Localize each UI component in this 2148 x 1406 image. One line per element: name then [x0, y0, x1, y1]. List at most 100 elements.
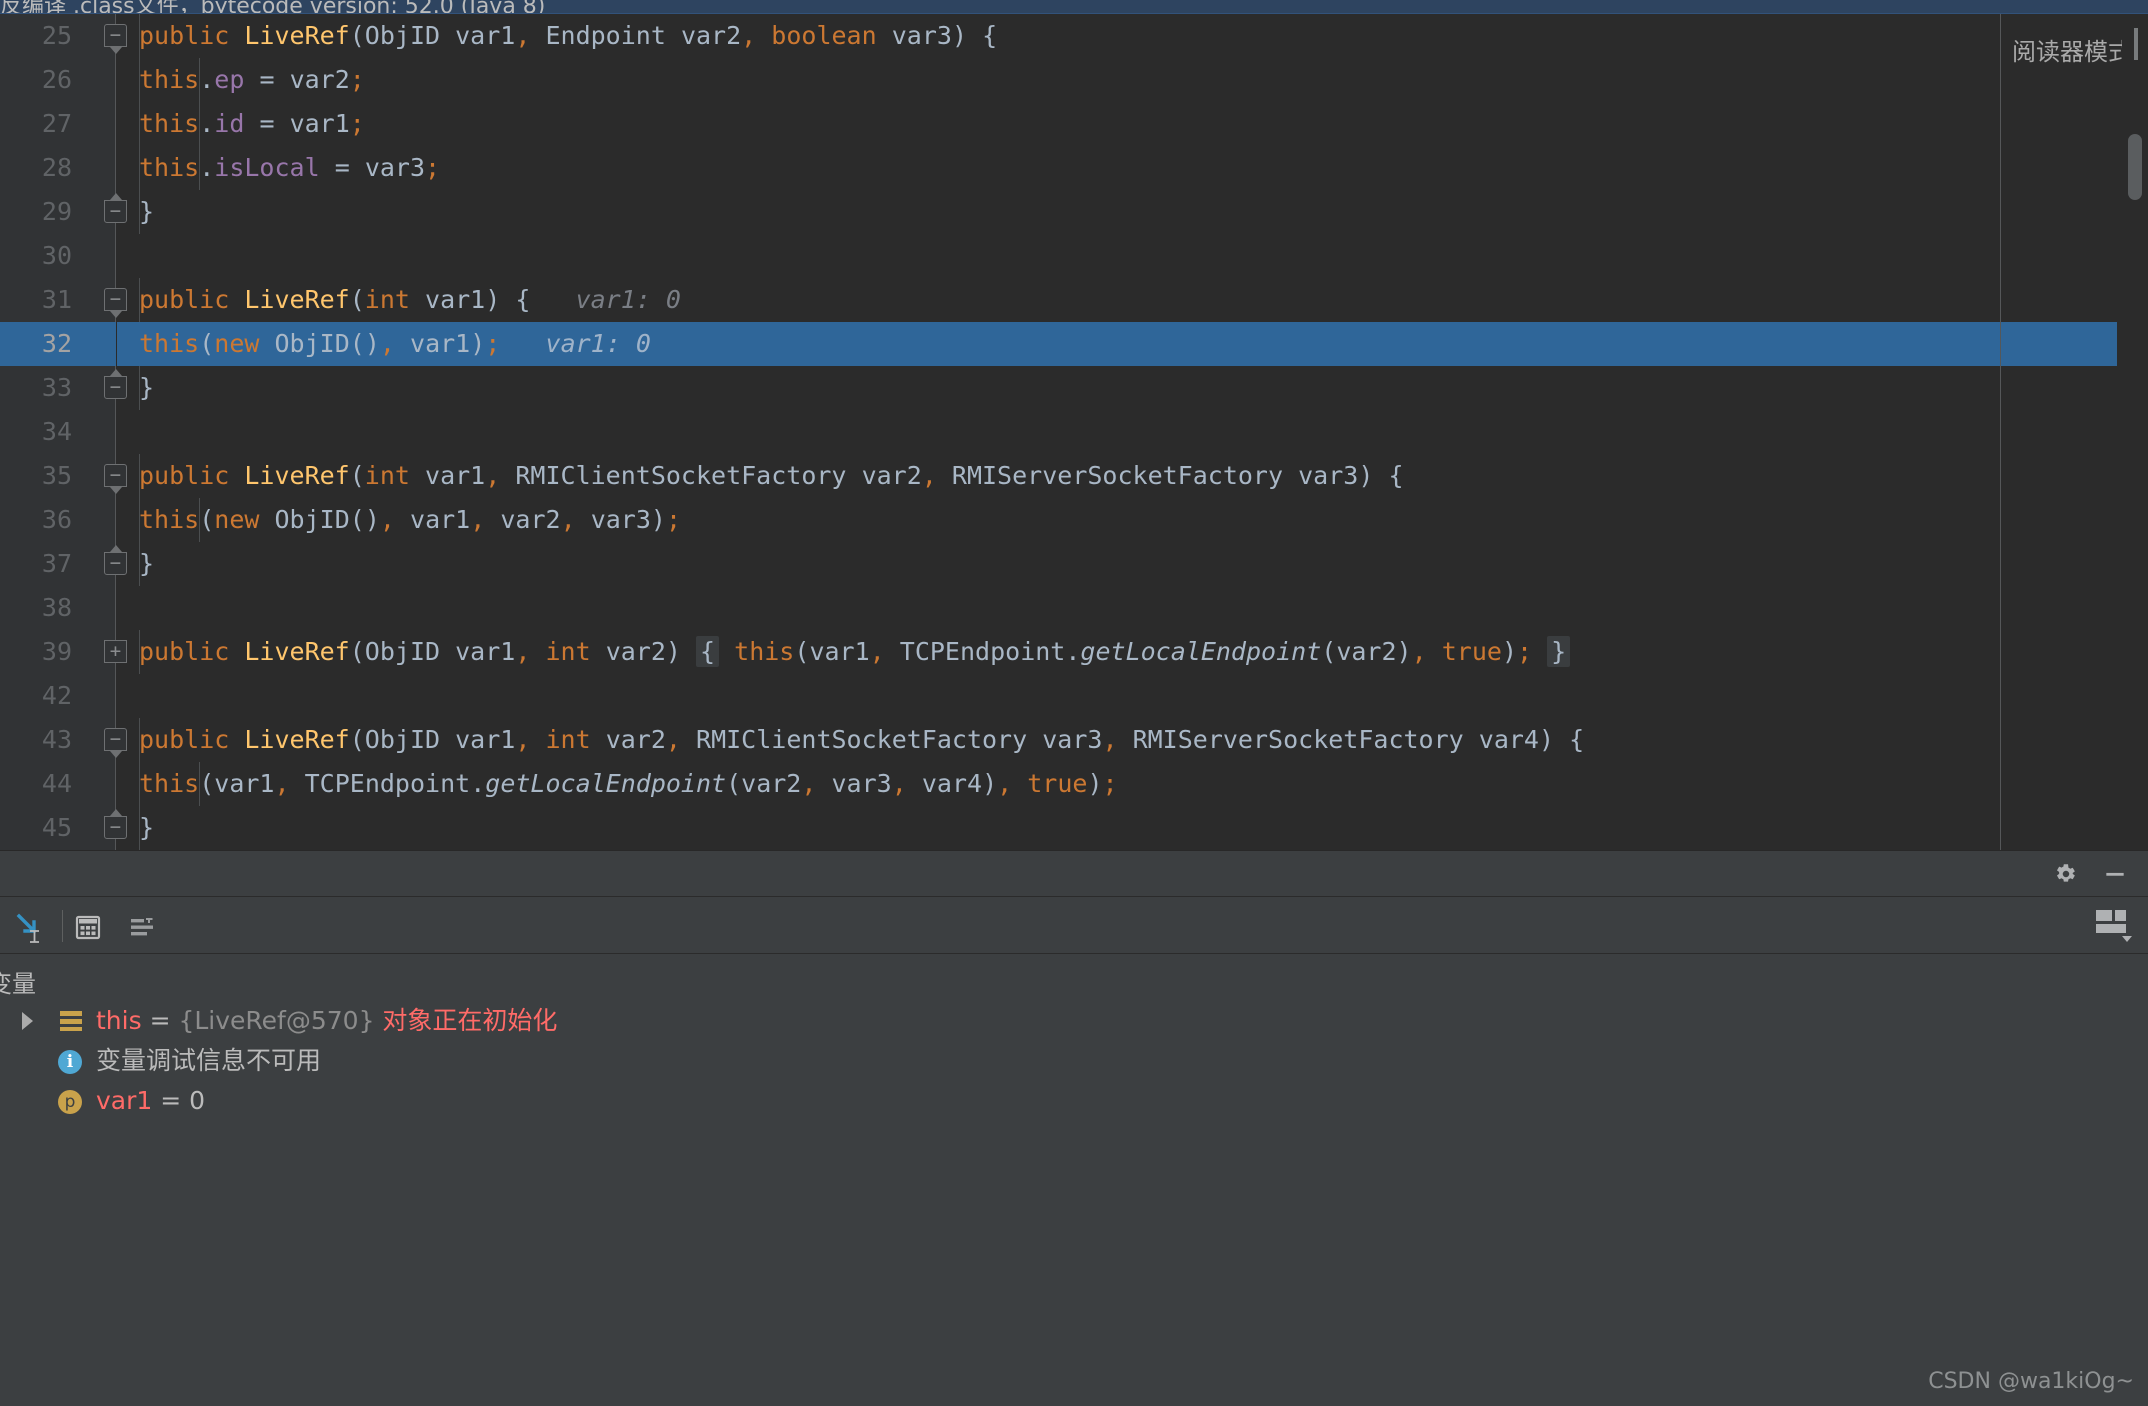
variable-text: this = {LiveRef@570} 对象正在初始化: [96, 1006, 558, 1035]
line-number: 25: [41, 21, 72, 50]
editor-right-separator: [2000, 14, 2001, 850]
code-lines-container: 25 public LiveRef(ObjID var1, Endpoint va…: [0, 14, 2148, 850]
sort-values-icon[interactable]: [126, 911, 158, 943]
code-line-row[interactable]: 32 this(new ObjID(), var1); var1: 0: [0, 322, 2148, 366]
evaluate-glyph: [16, 913, 39, 943]
code-line-row[interactable]: 42: [0, 674, 2148, 718]
code-line-text: public LiveRef(ObjID var1, int var2) { t…: [139, 630, 1571, 674]
fold-arrow-down-icon: [110, 751, 122, 758]
fold-collapse-icon[interactable]: −: [104, 816, 127, 839]
reader-mode-label[interactable]: 阅读器模式: [2012, 32, 2132, 67]
fold-collapse-icon[interactable]: −: [104, 288, 127, 311]
csdn-watermark: CSDN @wa1kiOg~: [1928, 1369, 2134, 1394]
code-line-row[interactable]: 36 this(new ObjID(), var1, var2, var3);: [0, 498, 2148, 542]
line-number: 45: [41, 813, 72, 842]
fold-arrow-up-icon: [110, 193, 122, 200]
parameter-icon: p: [58, 1090, 82, 1114]
fold-arrow-up-icon: [110, 545, 122, 552]
line-number: 42: [41, 681, 72, 710]
line-number: 26: [41, 65, 72, 94]
fold-collapse-icon[interactable]: −: [104, 464, 127, 487]
code-line-row[interactable]: 37}: [0, 542, 2148, 586]
expand-chevron-icon[interactable]: [22, 1012, 33, 1030]
code-line-row[interactable]: 29}: [0, 190, 2148, 234]
fold-collapse-icon[interactable]: −: [104, 24, 127, 47]
code-line-text: public LiveRef(ObjID var1, Endpoint var2…: [139, 21, 998, 50]
fold-arrow-down-icon: [110, 487, 122, 494]
code-line-text: }: [139, 813, 155, 842]
layout-settings-icon[interactable]: [2092, 906, 2136, 946]
fold-collapse-icon[interactable]: −: [104, 728, 127, 751]
code-line-row[interactable]: 45}: [0, 806, 2148, 850]
line-number: 31: [41, 285, 72, 314]
code-line-row[interactable]: 25 public LiveRef(ObjID var1, Endpoint va…: [0, 14, 2148, 58]
variable-text: var1 = 0: [96, 1086, 206, 1115]
variable-text: 变量调试信息不可用: [96, 1046, 322, 1075]
fold-expand-icon[interactable]: +: [104, 640, 127, 663]
code-line-row[interactable]: 44 this(var1, TCPEndpoint.getLocalEndpoin…: [0, 762, 2148, 806]
code-line-text: this(var1, TCPEndpoint.getLocalEndpoint(…: [139, 769, 1118, 798]
code-editor[interactable]: 25 public LiveRef(ObjID var1, Endpoint va…: [0, 14, 2148, 850]
variables-panel[interactable]: this = {LiveRef@570} 对象正在初始化 i 变量调试信息不可用 p v…: [0, 1001, 2148, 1406]
code-line-text: this(new ObjID(), var1, var2, var3);: [139, 505, 682, 534]
debugger-tab-strip: 变量: [0, 955, 2148, 1001]
code-line-row[interactable]: 27 this.id = var1;: [0, 102, 2148, 146]
code-line-text: public LiveRef(int var1, RMIClientSocket…: [139, 461, 1404, 490]
line-number: 27: [41, 109, 72, 138]
fold-arrow-up-icon: [110, 809, 122, 816]
tab-variables[interactable]: 变量: [0, 964, 36, 999]
line-number: 35: [41, 461, 72, 490]
line-number: 43: [41, 725, 72, 754]
line-number: 33: [41, 373, 72, 402]
code-line-row[interactable]: 43 public LiveRef(ObjID var1, int var2, R…: [0, 718, 2148, 762]
code-line-row[interactable]: 35 public LiveRef(int var1, RMIClientSock…: [0, 454, 2148, 498]
stripe-marker[interactable]: [2134, 28, 2138, 60]
fold-arrow-up-icon: [110, 369, 122, 376]
code-line-row[interactable]: 34: [0, 410, 2148, 454]
code-line-text: this.isLocal = var3;: [139, 153, 441, 182]
code-line-text: }: [139, 373, 155, 402]
variable-row[interactable]: p var1 = 0: [0, 1081, 2148, 1121]
code-line-row[interactable]: 38: [0, 586, 2148, 630]
line-number: 32: [41, 329, 72, 358]
object-value-icon: [60, 1011, 82, 1031]
editor-scrollbar-thumb[interactable]: [2128, 134, 2142, 200]
code-line-row[interactable]: 31 public LiveRef(int var1) { var1: 0: [0, 278, 2148, 322]
inline-debug-hint: var1: 0: [530, 285, 681, 314]
code-line-text: }: [139, 197, 155, 226]
decompiler-notice-banner: 反编译 .class文件，bytecode version: 52.0 (Jav…: [0, 0, 2148, 14]
error-stripe-gutter[interactable]: [2122, 14, 2148, 850]
code-line-text: }: [139, 549, 155, 578]
info-icon: i: [58, 1050, 82, 1074]
sort-glyph: [131, 918, 153, 936]
gear-glyph: [2056, 864, 2075, 882]
decompiler-notice-text: 反编译 .class文件，bytecode version: 52.0 (Jav…: [0, 0, 546, 14]
fold-arrow-down-icon: [110, 47, 122, 54]
settings-gear-icon[interactable]: [2052, 861, 2078, 887]
show-as-table-icon[interactable]: [72, 911, 104, 943]
toolbar-divider: [62, 910, 63, 942]
line-number: 28: [41, 153, 72, 182]
evaluate-expression-icon[interactable]: [14, 911, 46, 943]
debugger-tool-window: 变量 this = {LiveRef@570} 对象正在初始化 i 变量调试信息不可…: [0, 850, 2148, 1406]
line-number: 34: [41, 417, 72, 446]
fold-arrow-down-icon: [110, 311, 122, 318]
fold-collapse-icon[interactable]: −: [104, 552, 127, 575]
fold-collapse-icon[interactable]: −: [104, 376, 127, 399]
hide-panel-icon[interactable]: [2102, 861, 2128, 887]
fold-collapse-icon[interactable]: −: [104, 200, 127, 223]
minus-glyph: [2106, 872, 2124, 876]
code-line-text: public LiveRef(int var1) { var1: 0: [139, 285, 681, 314]
code-line-row[interactable]: 28 this.isLocal = var3;: [0, 146, 2148, 190]
debugger-toolbar: [0, 898, 2148, 954]
line-number: 37: [41, 549, 72, 578]
debugger-header: [0, 851, 2148, 897]
code-line-row[interactable]: 26 this.ep = var2;: [0, 58, 2148, 102]
variable-row[interactable]: this = {LiveRef@570} 对象正在初始化: [0, 1001, 2148, 1041]
line-number: 36: [41, 505, 72, 534]
variable-row[interactable]: i 变量调试信息不可用: [0, 1041, 2148, 1081]
code-line-row[interactable]: 30: [0, 234, 2148, 278]
code-line-row[interactable]: 39 public LiveRef(ObjID var1, int var2) {…: [0, 630, 2148, 674]
ide-window: 反编译 .class文件，bytecode version: 52.0 (Jav…: [0, 0, 2148, 1406]
code-line-row[interactable]: 33}: [0, 366, 2148, 410]
